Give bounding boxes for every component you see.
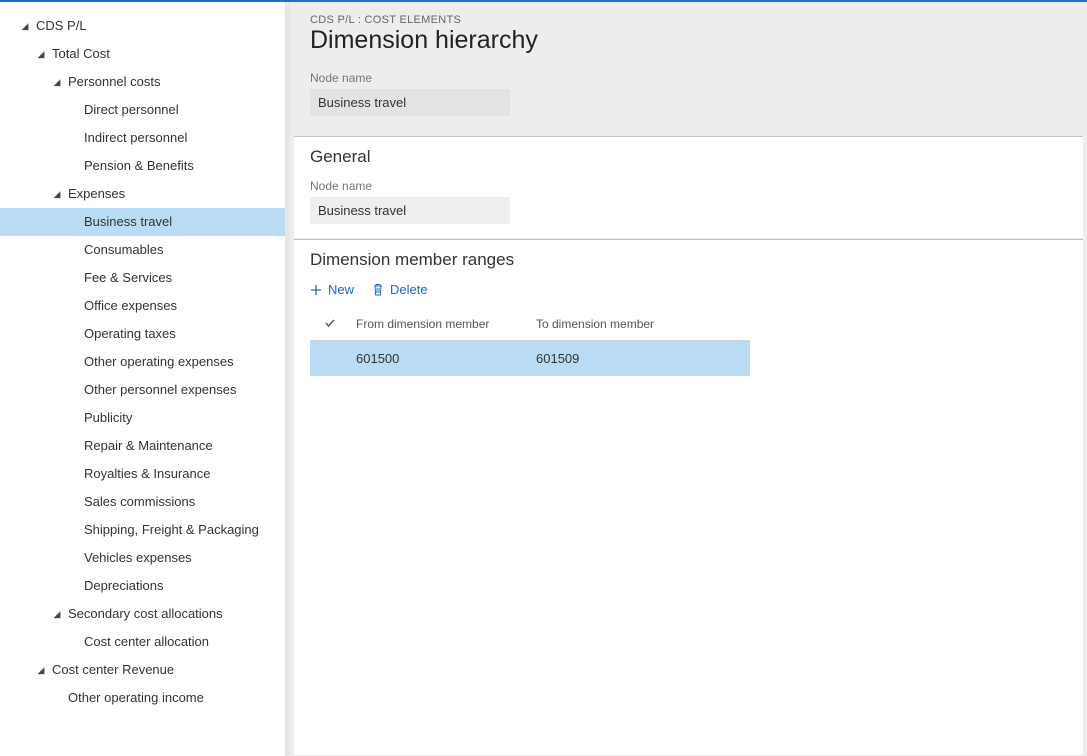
tree-label: Secondary cost allocations [68, 600, 223, 628]
tree-label: Cost center allocation [84, 628, 209, 656]
tree-node-indirect-personnel[interactable]: Indirect personnel [0, 124, 285, 152]
new-button[interactable]: New [310, 282, 354, 297]
tree-label: Fee & Services [84, 264, 172, 292]
ranges-grid: From dimension member To dimension membe… [310, 309, 750, 376]
tree-label: Publicity [84, 404, 132, 432]
tree-node-secondary-cost-allocations[interactable]: ◢ Secondary cost allocations [0, 600, 285, 628]
tree-node-other-operating-expenses[interactable]: Other operating expenses [0, 348, 285, 376]
header-node-name-field: Node name [310, 71, 1067, 116]
tree-label: Pension & Benefits [84, 152, 194, 180]
tree-node-direct-personnel[interactable]: Direct personnel [0, 96, 285, 124]
tree-label: Royalties & Insurance [84, 460, 210, 488]
tree-node-cds-pl[interactable]: ◢ CDS P/L [0, 12, 285, 40]
tree-label: Operating taxes [84, 320, 176, 348]
tree-node-expenses[interactable]: ◢ Expenses [0, 180, 285, 208]
tree-label: Repair & Maintenance [84, 432, 213, 460]
row-check-cell[interactable] [310, 351, 350, 366]
tree-label: Vehicles expenses [84, 544, 192, 572]
tree-node-other-operating-income[interactable]: Other operating income [0, 684, 285, 712]
caret-down-icon: ◢ [50, 600, 64, 628]
tree-node-pension-benefits[interactable]: Pension & Benefits [0, 152, 285, 180]
caret-down-icon: ◢ [34, 656, 48, 684]
tree-node-consumables[interactable]: Consumables [0, 236, 285, 264]
from-dimension-cell[interactable]: 601500 [350, 351, 530, 366]
tree-label: Other operating income [68, 684, 204, 712]
tree-node-business-travel[interactable]: Business travel [0, 208, 285, 236]
grid-header: From dimension member To dimension membe… [310, 309, 750, 341]
tree-node-personnel-costs[interactable]: ◢ Personnel costs [0, 68, 285, 96]
tree-node-vehicles-expenses[interactable]: Vehicles expenses [0, 544, 285, 572]
node-name-label: Node name [310, 71, 1067, 85]
caret-down-icon: ◢ [34, 40, 48, 68]
delete-button-label: Delete [390, 282, 428, 297]
tree-node-sales-commissions[interactable]: Sales commissions [0, 488, 285, 516]
tree-node-publicity[interactable]: Publicity [0, 404, 285, 432]
tree-label: Sales commissions [84, 488, 195, 516]
main-content: CDS P/L : COST ELEMENTS Dimension hierar… [290, 2, 1087, 756]
tree-node-fee-services[interactable]: Fee & Services [0, 264, 285, 292]
tree-label: Expenses [68, 180, 125, 208]
caret-down-icon: ◢ [50, 68, 64, 96]
ranges-toolbar: New Delete [310, 282, 1067, 297]
page-title: Dimension hierarchy [310, 26, 1067, 55]
tree-label: Depreciations [84, 572, 164, 600]
hierarchy-tree: ◢ CDS P/L ◢ Total Cost ◢ Personnel costs… [0, 2, 290, 756]
check-column-header[interactable] [310, 317, 350, 332]
node-name-label: Node name [310, 179, 1067, 193]
tree-label: Other personnel expenses [84, 376, 236, 404]
general-node-name-field: Node name [310, 179, 1067, 224]
from-column-header[interactable]: From dimension member [350, 317, 530, 332]
tree-label: Other operating expenses [84, 348, 234, 376]
tree-label: Shipping, Freight & Packaging [84, 516, 259, 544]
general-panel: General Node name [294, 136, 1083, 238]
tree-node-cost-center-allocation[interactable]: Cost center allocation [0, 628, 285, 656]
tree-label: Consumables [84, 236, 164, 264]
to-column-header[interactable]: To dimension member [530, 317, 750, 332]
tree-label: Total Cost [52, 40, 110, 68]
tree-node-depreciations[interactable]: Depreciations [0, 572, 285, 600]
tree-node-shipping-freight[interactable]: Shipping, Freight & Packaging [0, 516, 285, 544]
tree-label: Indirect personnel [84, 124, 187, 152]
table-row[interactable]: 601500 601509 [310, 341, 750, 376]
tree-label: CDS P/L [36, 12, 87, 40]
tree-node-other-personnel-expenses[interactable]: Other personnel expenses [0, 376, 285, 404]
delete-button[interactable]: Delete [372, 282, 428, 297]
node-name-input[interactable] [310, 89, 510, 116]
plus-icon [310, 284, 322, 296]
trash-icon [372, 283, 384, 296]
tree-node-total-cost[interactable]: ◢ Total Cost [0, 40, 285, 68]
checkmark-icon [324, 317, 336, 332]
tree-node-royalties-insurance[interactable]: Royalties & Insurance [0, 460, 285, 488]
tree-label: Business travel [84, 208, 172, 236]
general-panel-title: General [310, 147, 1067, 167]
tree-node-repair-maintenance[interactable]: Repair & Maintenance [0, 432, 285, 460]
to-dimension-cell[interactable]: 601509 [530, 351, 750, 366]
page-header: CDS P/L : COST ELEMENTS Dimension hierar… [290, 2, 1087, 136]
caret-down-icon: ◢ [18, 12, 32, 40]
ranges-panel-title: Dimension member ranges [310, 250, 1067, 270]
ranges-panel: Dimension member ranges New Delete [294, 239, 1083, 755]
tree-node-office-expenses[interactable]: Office expenses [0, 292, 285, 320]
general-node-name-input[interactable] [310, 197, 510, 224]
tree-node-operating-taxes[interactable]: Operating taxes [0, 320, 285, 348]
tree-label: Office expenses [84, 292, 177, 320]
tree-node-cost-center-revenue[interactable]: ◢ Cost center Revenue [0, 656, 285, 684]
new-button-label: New [328, 282, 354, 297]
caret-down-icon: ◢ [50, 180, 64, 208]
tree-label: Cost center Revenue [52, 656, 174, 684]
tree-label: Personnel costs [68, 68, 161, 96]
breadcrumb: CDS P/L : COST ELEMENTS [310, 14, 1067, 26]
tree-label: Direct personnel [84, 96, 179, 124]
